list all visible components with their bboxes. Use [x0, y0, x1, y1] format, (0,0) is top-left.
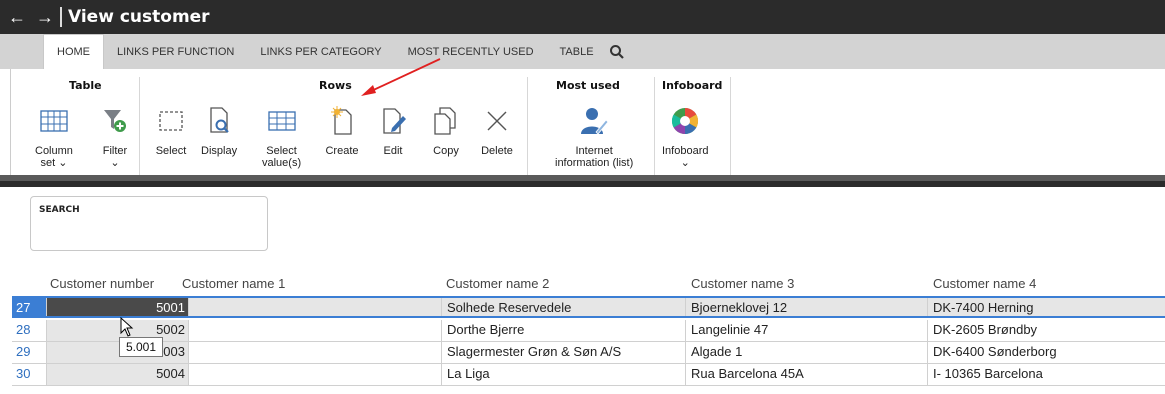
infoboard-wheel-icon	[667, 103, 703, 139]
cell-customer-name-4[interactable]: DK-2605 Brøndby	[927, 320, 1165, 341]
cell-customer-name-4[interactable]: I- 10365 Barcelona	[927, 364, 1165, 385]
column-set-icon	[36, 103, 72, 139]
arrow-right-icon[interactable]: →	[34, 7, 56, 28]
internet-information-button[interactable]: Internet information (list)	[555, 103, 633, 169]
table-grid-icon	[264, 103, 300, 139]
edit-button[interactable]: Edit	[375, 103, 411, 157]
column-set-label-2: set	[40, 157, 56, 169]
cell-customer-name-2[interactable]: Dorthe Bjerre	[441, 320, 685, 341]
filter-label: Filter	[102, 145, 128, 157]
select-values-label-2: value(s)	[262, 157, 302, 169]
filter-button[interactable]: Filter ⌄	[97, 103, 133, 169]
tab-home[interactable]: HOME	[43, 34, 104, 69]
table-row[interactable]: 27 5001 Solhede Reservedele Bjoerneklove…	[12, 296, 1165, 318]
table-row[interactable]: 29 5003 Slagermester Grøn & Søn A/S Alga…	[12, 342, 1165, 364]
copy-label: Copy	[433, 145, 459, 157]
cell-customer-number[interactable]: 5004	[46, 364, 188, 385]
delete-label: Delete	[481, 145, 513, 157]
select-icon	[153, 103, 189, 139]
select-label: Select	[155, 145, 187, 157]
tab-links-per-function[interactable]: LINKS PER FUNCTION	[104, 34, 247, 69]
cell-customer-name-1[interactable]	[188, 320, 441, 341]
arrow-left-icon[interactable]: ←	[6, 7, 28, 28]
title-separator	[60, 7, 62, 27]
cell-customer-number[interactable]: 5002	[46, 320, 188, 341]
new-document-icon	[324, 103, 360, 139]
group-divider	[139, 77, 140, 175]
search-icon[interactable]	[607, 34, 625, 69]
display-button[interactable]: Display	[201, 103, 237, 157]
cell-customer-name-4[interactable]: DK-6400 Sønderborg	[927, 342, 1165, 363]
cell-customer-number[interactable]: 5003	[46, 342, 188, 363]
group-label-most-used: Most used	[556, 79, 620, 92]
chevron-down-icon: ⌄	[110, 157, 120, 169]
select-button[interactable]: Select	[153, 103, 189, 157]
cell-customer-number[interactable]: 5001	[46, 298, 188, 316]
table-row[interactable]: 30 5004 La Liga Rua Barcelona 45A I- 103…	[12, 364, 1165, 386]
group-divider	[654, 77, 655, 175]
edit-label: Edit	[383, 145, 403, 157]
group-label-infoboard: Infoboard	[662, 79, 723, 92]
row-number[interactable]: 30	[12, 364, 46, 385]
delete-button[interactable]: Delete	[479, 103, 515, 157]
filter-add-icon	[97, 103, 133, 139]
cell-tooltip: 5.001	[119, 337, 163, 357]
column-set-label-1: Column	[35, 145, 73, 157]
cell-customer-name-1[interactable]	[188, 298, 441, 316]
search-input[interactable]: SEARCH	[30, 196, 268, 251]
copy-document-icon	[428, 103, 464, 139]
page-title: View customer	[68, 7, 210, 27]
cell-customer-name-3[interactable]: Langelinie 47	[685, 320, 927, 341]
row-number[interactable]: 28	[12, 320, 46, 341]
group-divider	[527, 77, 528, 175]
cell-customer-name-1[interactable]	[188, 364, 441, 385]
group-divider	[730, 77, 731, 175]
copy-button[interactable]: Copy	[428, 103, 464, 157]
infoboard-button[interactable]: Infoboard ⌄	[662, 103, 708, 169]
user-link-icon	[576, 103, 612, 139]
row-number[interactable]: 29	[12, 342, 46, 363]
annotation-arrow-icon	[361, 58, 441, 96]
search-label: SEARCH	[39, 205, 80, 215]
internet-info-label-1: Internet	[575, 145, 613, 157]
column-header-customer-name-4[interactable]: Customer name 4	[933, 276, 1036, 291]
cell-customer-name-3[interactable]: Algade 1	[685, 342, 927, 363]
create-button[interactable]: Create	[324, 103, 360, 157]
row-number[interactable]: 27	[12, 298, 46, 316]
internet-info-label-2: information (list)	[555, 157, 634, 169]
ribbon: Table Column set ⌄ Filter ⌄ Rows Select Di…	[10, 69, 1165, 179]
edit-document-icon	[375, 103, 411, 139]
title-bar: ← → View customer	[0, 0, 1165, 34]
cell-customer-name-3[interactable]: Rua Barcelona 45A	[685, 364, 927, 385]
select-values-button[interactable]: Select value(s)	[262, 103, 301, 169]
column-header-customer-number[interactable]: Customer number	[50, 276, 154, 291]
cell-customer-name-2[interactable]: Solhede Reservedele	[441, 298, 685, 316]
table-header: Customer number Customer name 1 Customer…	[0, 273, 1165, 295]
close-icon	[479, 103, 515, 139]
column-header-customer-name-3[interactable]: Customer name 3	[691, 276, 794, 291]
group-label-rows: Rows	[319, 79, 352, 92]
ribbon-bottom-border	[0, 175, 1165, 187]
chevron-down-icon: ⌄	[58, 157, 68, 169]
cell-customer-name-1[interactable]	[188, 342, 441, 363]
column-set-button[interactable]: Column set ⌄	[35, 103, 73, 169]
chevron-down-icon: ⌄	[680, 157, 690, 169]
ribbon-tabs: HOME LINKS PER FUNCTION LINKS PER CATEGO…	[0, 34, 1165, 69]
create-label: Create	[325, 145, 359, 157]
mouse-cursor-icon	[120, 317, 134, 337]
display-icon	[201, 103, 237, 139]
select-values-label-1: Select	[266, 145, 297, 157]
tab-table[interactable]: TABLE	[547, 34, 607, 69]
table-row[interactable]: 28 5002 Dorthe Bjerre Langelinie 47 DK-2…	[12, 320, 1165, 342]
cell-customer-name-2[interactable]: La Liga	[441, 364, 685, 385]
cell-customer-name-3[interactable]: Bjoerneklovej 12	[685, 298, 927, 316]
column-header-customer-name-2[interactable]: Customer name 2	[446, 276, 549, 291]
cell-customer-name-2[interactable]: Slagermester Grøn & Søn A/S	[441, 342, 685, 363]
cell-customer-name-4[interactable]: DK-7400 Herning	[927, 298, 1165, 316]
infoboard-label: Infoboard	[662, 145, 709, 157]
group-label-table: Table	[69, 79, 102, 92]
column-header-customer-name-1[interactable]: Customer name 1	[182, 276, 285, 291]
display-label: Display	[201, 145, 238, 157]
